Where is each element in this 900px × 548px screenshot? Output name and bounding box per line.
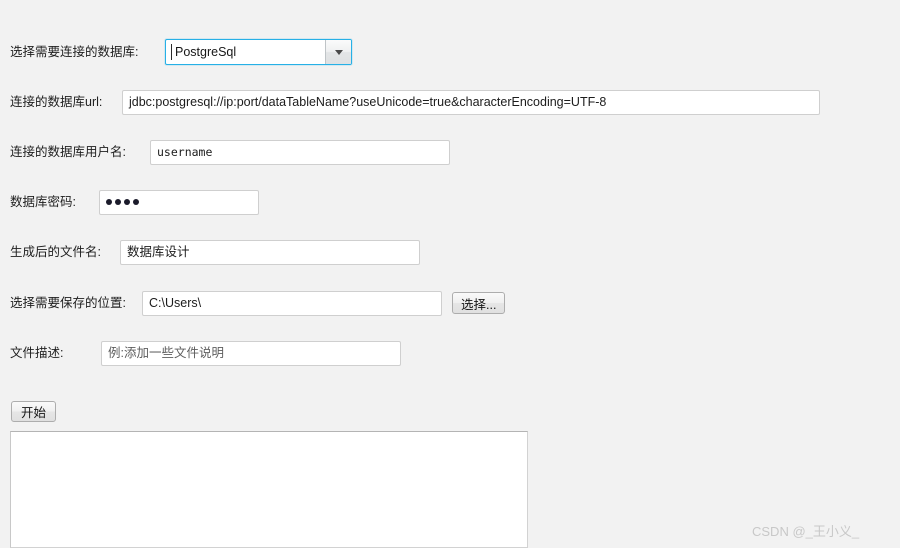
database-type-dropdown-button[interactable] xyxy=(325,40,351,64)
form-row-username: 连接的数据库用户名: username xyxy=(0,137,460,167)
watermark-label: CSDN @_王小义_ xyxy=(752,524,860,539)
username-input[interactable]: username xyxy=(150,139,450,165)
form-row-password: 数据库密码: xyxy=(0,187,280,217)
database-url-input[interactable]: jdbc:postgresql://ip:port/dataTableName?… xyxy=(122,89,820,115)
label-username: 连接的数据库用户名: xyxy=(10,144,126,159)
database-type-combobox[interactable]: PostgreSql xyxy=(165,39,352,65)
text-cursor xyxy=(171,44,172,60)
database-type-value-area[interactable]: PostgreSql xyxy=(166,40,325,64)
save-location-input[interactable]: C:\Users\ xyxy=(142,290,442,316)
label-database-type: 选择需要连接的数据库: xyxy=(10,44,139,59)
form-row-database-url: 连接的数据库url: jdbc:postgresql://ip:port/dat… xyxy=(0,87,830,117)
password-masked-value xyxy=(106,191,252,214)
form-row-database-type: 选择需要连接的数据库: PostgreSql xyxy=(0,37,360,67)
form-row-description: 文件描述: 例:添加一些文件说明 xyxy=(0,338,410,368)
description-input[interactable]: 例:添加一些文件说明 xyxy=(101,340,401,366)
password-input[interactable] xyxy=(99,189,259,215)
database-type-value: PostgreSql xyxy=(175,45,237,59)
form-row-save-location: 选择需要保存的位置: C:\Users\ 选择... xyxy=(0,288,510,318)
label-database-url: 连接的数据库url: xyxy=(10,94,103,109)
browse-button[interactable]: 选择... xyxy=(452,292,506,314)
log-output-textarea[interactable] xyxy=(10,431,528,548)
form-row-filename: 生成后的文件名: 数据库设计 xyxy=(0,237,430,267)
label-description: 文件描述: xyxy=(10,345,64,360)
label-save-location: 选择需要保存的位置: xyxy=(10,295,126,310)
app-window: 选择需要连接的数据库: PostgreSql 连接的数据库url: jdbc:p… xyxy=(0,0,900,548)
start-button[interactable]: 开始 xyxy=(11,401,57,422)
chevron-down-icon xyxy=(334,49,343,55)
label-filename: 生成后的文件名: xyxy=(10,244,101,259)
label-password: 数据库密码: xyxy=(10,194,76,209)
filename-input[interactable]: 数据库设计 xyxy=(120,239,420,265)
